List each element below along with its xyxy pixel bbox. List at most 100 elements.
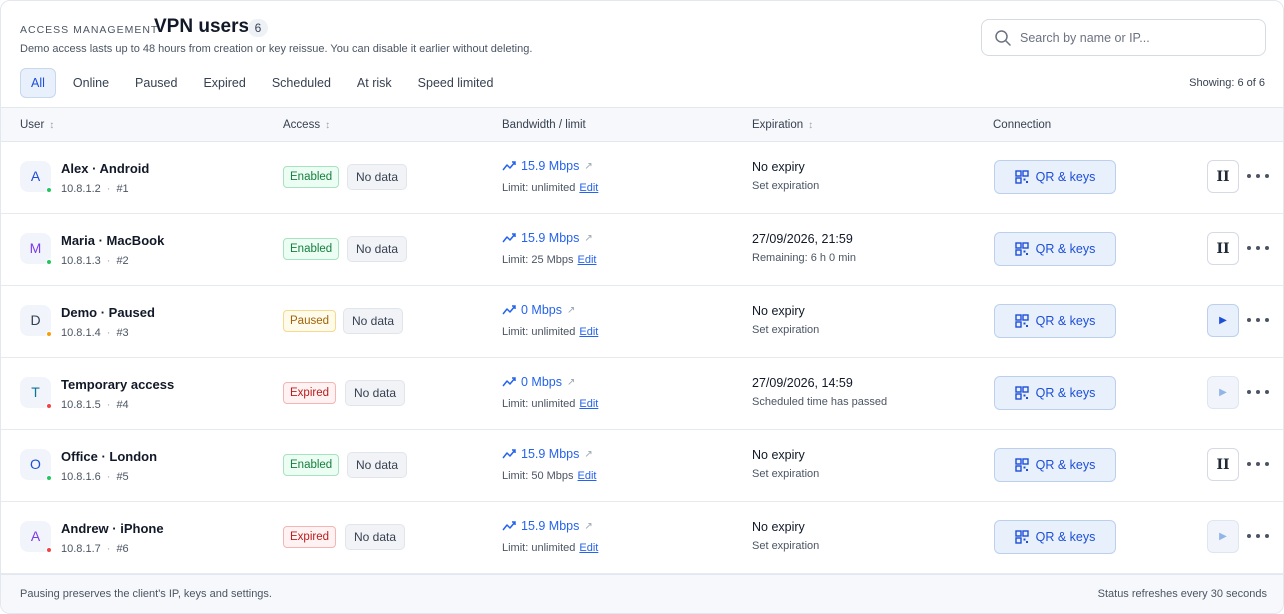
- more-options-button[interactable]: [1247, 312, 1269, 328]
- tab-scheduled[interactable]: Scheduled: [259, 68, 344, 98]
- expiration-detail[interactable]: Set expiration: [752, 324, 819, 336]
- qr-keys-button[interactable]: QR & keys: [994, 448, 1116, 482]
- limit-text: Limit: unlimited: [502, 398, 576, 410]
- data-usage-badge: No data: [343, 308, 404, 334]
- limit-text: Limit: unlimited: [502, 326, 576, 338]
- pause-button[interactable]: II: [1207, 160, 1239, 193]
- qr-keys-label: QR & keys: [1035, 314, 1096, 328]
- qr-icon: [1014, 386, 1029, 400]
- edit-limit-link[interactable]: Edit: [578, 254, 597, 266]
- tab-expired[interactable]: Expired: [190, 68, 258, 98]
- search-input[interactable]: [1020, 20, 1255, 55]
- qr-keys-button[interactable]: QR & keys: [994, 376, 1116, 410]
- status-dot: [46, 403, 52, 409]
- more-options-button[interactable]: [1247, 384, 1269, 400]
- bandwidth-limit: Limit: 25 Mbps Edit: [502, 254, 597, 266]
- qr-keys-button[interactable]: QR & keys: [994, 304, 1116, 338]
- user-number: #1: [116, 183, 129, 195]
- limit-text: Limit: 50 Mbps: [502, 470, 574, 482]
- qr-keys-label: QR & keys: [1035, 242, 1096, 256]
- more-dot: [1247, 318, 1251, 322]
- limit-text: Limit: unlimited: [502, 182, 576, 194]
- more-dot: [1265, 390, 1269, 394]
- column-access[interactable]: Access ↕: [283, 108, 330, 143]
- sort-icon: ↕: [808, 120, 814, 131]
- sort-icon: ↕: [325, 120, 331, 131]
- tab-online[interactable]: Online: [60, 68, 122, 98]
- pause-button[interactable]: II: [1207, 448, 1239, 481]
- user-name: Alex · Android: [61, 161, 150, 176]
- bandwidth-value[interactable]: 15.9 Mbps ↗: [502, 519, 593, 533]
- resume-button[interactable]: ▶: [1207, 376, 1239, 409]
- external-link-icon: ↗: [567, 304, 576, 316]
- user-meta: 10.8.1.5 · #4: [61, 399, 129, 411]
- more-dot: [1256, 174, 1260, 178]
- more-dot: [1265, 246, 1269, 250]
- edit-limit-link[interactable]: Edit: [578, 470, 597, 482]
- expiration-detail[interactable]: Set expiration: [752, 180, 819, 192]
- more-options-button[interactable]: [1247, 456, 1269, 472]
- qr-keys-button[interactable]: QR & keys: [994, 232, 1116, 266]
- bandwidth-value[interactable]: 15.9 Mbps ↗: [502, 159, 593, 173]
- bandwidth-value[interactable]: 15.9 Mbps ↗: [502, 447, 593, 461]
- table-row: T Temporary access 10.8.1.5 · #4 Expired N…: [1, 358, 1283, 430]
- edit-limit-link[interactable]: Edit: [579, 542, 598, 554]
- user-number: #6: [116, 543, 129, 555]
- user-meta: 10.8.1.7 · #6: [61, 543, 129, 555]
- qr-keys-label: QR & keys: [1035, 386, 1096, 400]
- bandwidth-value[interactable]: 0 Mbps ↗: [502, 303, 575, 317]
- user-meta: 10.8.1.4 · #3: [61, 327, 129, 339]
- status-dot: [46, 475, 52, 481]
- bandwidth-limit: Limit: unlimited Edit: [502, 182, 598, 194]
- status-badge: Enabled: [283, 166, 340, 188]
- table-row: M Maria · MacBook 10.8.1.3 · #2 Enabled No…: [1, 214, 1283, 286]
- expiration-detail: Scheduled time has passed: [752, 396, 888, 408]
- more-options-button[interactable]: [1247, 168, 1269, 184]
- more-dot: [1247, 246, 1251, 250]
- bandwidth-value[interactable]: 0 Mbps ↗: [502, 375, 575, 389]
- filter-tabs: All Online Paused Expired Scheduled At risk Sp…: [20, 68, 506, 98]
- pause-button[interactable]: II: [1207, 232, 1239, 265]
- tab-at-risk[interactable]: At risk: [344, 68, 405, 98]
- user-number: #3: [116, 327, 129, 339]
- user-name: Andrew · iPhone: [61, 521, 164, 536]
- data-usage-badge: No data: [347, 236, 408, 262]
- expiration-detail[interactable]: Set expiration: [752, 468, 819, 480]
- bandwidth-limit: Limit: unlimited Edit: [502, 542, 598, 554]
- qr-keys-button[interactable]: QR & keys: [994, 520, 1116, 554]
- edit-limit-link[interactable]: Edit: [579, 182, 598, 194]
- user-number: #2: [116, 255, 129, 267]
- table-row: A Andrew · iPhone 10.8.1.7 · #6 Expired No…: [1, 502, 1283, 574]
- page-subtitle: Demo access lasts up to 48 hours from cr…: [20, 43, 533, 55]
- column-user[interactable]: User ↕: [20, 108, 54, 143]
- pause-icon: II: [1216, 168, 1230, 185]
- column-bandwidth: Bandwidth / limit: [502, 119, 586, 131]
- trend-icon: [502, 233, 516, 243]
- more-options-button[interactable]: [1247, 240, 1269, 256]
- edit-limit-link[interactable]: Edit: [579, 326, 598, 338]
- resume-button[interactable]: ▶: [1207, 520, 1239, 553]
- expiration-detail[interactable]: Set expiration: [752, 540, 819, 552]
- qr-keys-button[interactable]: QR & keys: [994, 160, 1116, 194]
- tab-speed-limited[interactable]: Speed limited: [405, 68, 507, 98]
- table-header: User ↕ Access ↕ Bandwidth / limit Expirati…: [1, 107, 1283, 143]
- status-dot: [46, 331, 52, 337]
- search-box[interactable]: [981, 19, 1266, 56]
- tab-all[interactable]: All: [20, 68, 56, 98]
- edit-limit-link[interactable]: Edit: [579, 398, 598, 410]
- column-expiration[interactable]: Expiration ↕: [752, 108, 813, 143]
- bandwidth-value[interactable]: 15.9 Mbps ↗: [502, 231, 593, 245]
- resume-button[interactable]: ▶: [1207, 304, 1239, 337]
- users-table-body: A Alex · Android 10.8.1.2 · #1 Enabled No …: [1, 142, 1283, 574]
- expiration-value: No expiry: [752, 448, 805, 462]
- tab-paused[interactable]: Paused: [122, 68, 190, 98]
- play-icon: ▶: [1219, 531, 1227, 542]
- user-number: #4: [116, 399, 129, 411]
- more-options-button[interactable]: [1247, 528, 1269, 544]
- data-usage-badge: No data: [347, 452, 408, 478]
- trend-icon: [502, 521, 516, 531]
- more-dot: [1247, 390, 1251, 394]
- status-dot: [46, 259, 52, 265]
- more-dot: [1256, 534, 1260, 538]
- user-ip: 10.8.1.5: [61, 399, 101, 411]
